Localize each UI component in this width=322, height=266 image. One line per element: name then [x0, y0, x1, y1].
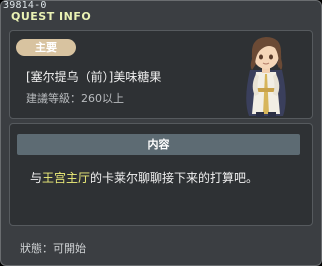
- window-title: QUEST INFO: [11, 10, 92, 23]
- description-highlight-location: 王宫主厅: [42, 171, 91, 185]
- quest-description: 与王宫主厅的卡莱尔聊聊接下来的打算吧。: [30, 169, 258, 186]
- content-section-header: 内容: [17, 134, 300, 155]
- description-suffix: 的卡莱尔聊聊接下来的打算吧。: [90, 171, 259, 185]
- quest-level-requirement: 建議等級：260以上: [26, 92, 124, 105]
- quest-name: [塞尔提乌（前）]美味糖果: [26, 70, 162, 84]
- quest-type-badge: 主要: [16, 39, 76, 56]
- quest-status: 狀態：可開始: [20, 242, 86, 255]
- npc-character-icon: [246, 37, 286, 117]
- description-prefix: 与: [30, 171, 43, 185]
